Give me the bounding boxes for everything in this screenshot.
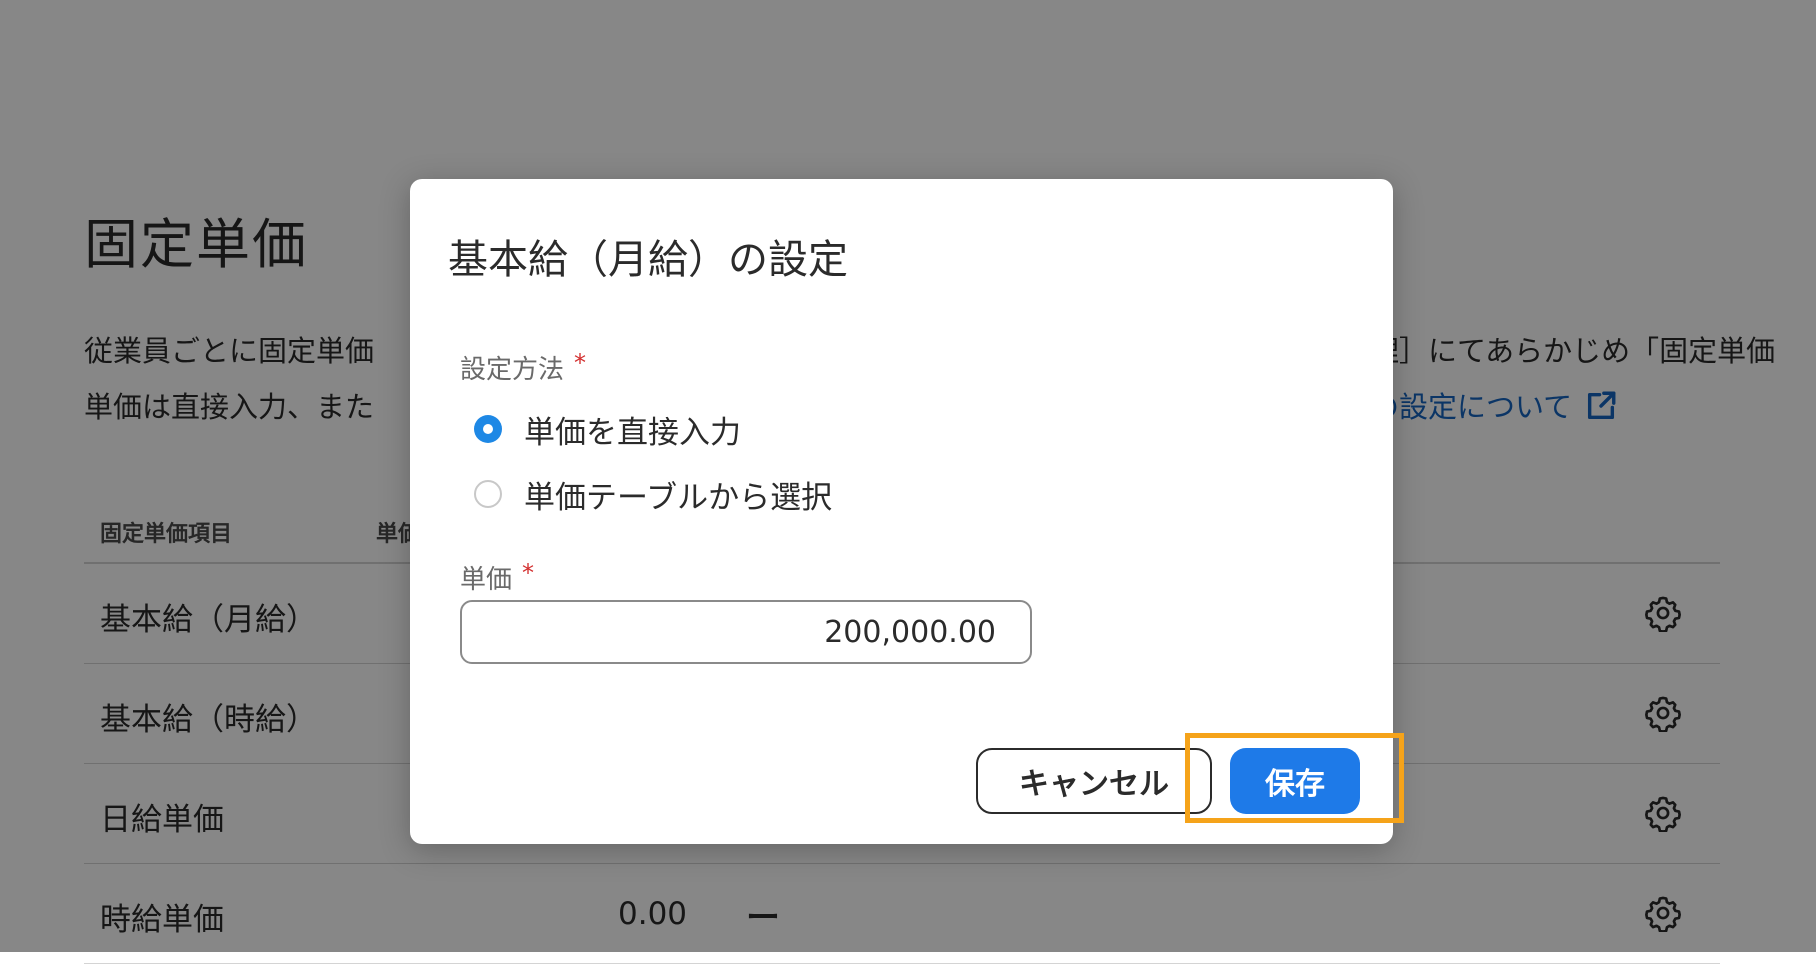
- save-button[interactable]: 保存: [1230, 748, 1360, 814]
- radio-select-from-table-label: 単価テーブルから選択: [524, 479, 833, 516]
- dialog-title: 基本給（月給）の設定: [448, 237, 848, 283]
- price-label-text: 単価: [460, 565, 513, 595]
- required-mark: *: [574, 349, 587, 377]
- radio-select-from-table[interactable]: 単価テーブルから選択: [474, 474, 833, 516]
- radio-unchecked-icon[interactable]: [474, 480, 502, 508]
- method-label-text: 設定方法: [460, 355, 565, 385]
- method-label: 設定方法 *: [460, 349, 586, 386]
- settings-dialog: 基本給（月給）の設定 設定方法 * 単価を直接入力 単価テーブルから選択 単価 * …: [410, 179, 1393, 844]
- required-mark: *: [522, 559, 535, 587]
- radio-direct-input-label: 単価を直接入力: [524, 414, 741, 451]
- price-label: 単価 *: [460, 559, 534, 596]
- radio-checked-icon[interactable]: [474, 415, 502, 443]
- price-input[interactable]: [460, 600, 1032, 664]
- cancel-button[interactable]: キャンセル: [976, 748, 1212, 814]
- radio-direct-input[interactable]: 単価を直接入力: [474, 409, 741, 451]
